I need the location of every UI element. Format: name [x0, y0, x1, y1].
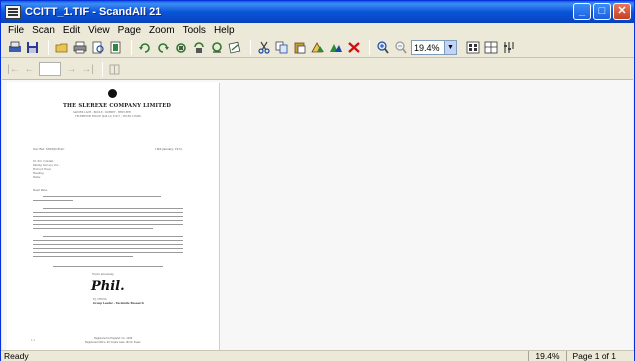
status-page: Page 1 of 1 — [565, 351, 634, 361]
menu-bar: File Scan Edit View Page Zoom Tools Help — [1, 23, 634, 38]
footer-office: Registered Office: 60 Vicara Lane, Ilfor… — [85, 341, 142, 344]
status-bar: Ready 19.4% Page 1 of 1 — [1, 350, 634, 361]
body-text-line — [33, 212, 183, 214]
next-page-button[interactable]: → — [65, 63, 78, 76]
rotate-left-icon[interactable] — [137, 40, 152, 55]
app-icon — [5, 5, 21, 19]
toolbar-separator — [48, 40, 49, 55]
close-button[interactable]: ✕ — [613, 3, 631, 20]
handwritten-signature: Phil. — [91, 279, 125, 294]
signer-title: Group Leader - Facsimile Research — [93, 302, 144, 305]
deskew-icon[interactable] — [227, 40, 242, 55]
toolbar-separator — [369, 40, 370, 55]
status-text: Ready — [4, 351, 29, 361]
body-text-line — [33, 220, 183, 222]
zoom-select-value: 19.4% — [414, 42, 440, 53]
open-icon[interactable] — [54, 40, 69, 55]
properties-icon[interactable] — [501, 40, 516, 55]
scan-icon[interactable] — [7, 40, 22, 55]
maximize-button[interactable]: □ — [593, 3, 611, 20]
toolbar-separator — [102, 61, 103, 77]
recipient-line: Reading, — [33, 172, 45, 175]
multi-page-icon[interactable] — [483, 40, 498, 55]
title-bar[interactable]: CCITT_1.TIF - ScandAll 21 _ □ ✕ — [1, 1, 634, 23]
letterhead-address: SAPORS LANE - BOOLE - DORSET - BH25 8ER — [73, 111, 131, 114]
copy-icon[interactable] — [274, 40, 289, 55]
salutation: Dear Pete, — [33, 188, 48, 192]
recipient-line: Berks. — [33, 176, 42, 179]
menu-view[interactable]: View — [84, 25, 114, 36]
flip-icon[interactable] — [209, 40, 224, 55]
menu-zoom[interactable]: Zoom — [145, 25, 179, 36]
minimize-button[interactable]: _ — [573, 3, 591, 20]
rotate-icon[interactable] — [173, 40, 188, 55]
save-icon[interactable] — [25, 40, 40, 55]
delete-icon[interactable] — [346, 40, 361, 55]
print-icon[interactable] — [72, 40, 87, 55]
menu-tools[interactable]: Tools — [179, 25, 210, 36]
body-text-line — [33, 256, 133, 258]
window-title: CCITT_1.TIF - ScandAll 21 — [25, 6, 162, 18]
letterhead-company: THE SLEREXE COMPANY LIMITED — [63, 103, 172, 109]
menu-file[interactable]: File — [4, 25, 28, 36]
recipient-line: Dr. P.N. Cundall, — [33, 160, 54, 163]
previous-page-button[interactable]: ← — [23, 63, 36, 76]
menu-edit[interactable]: Edit — [59, 25, 84, 36]
image-viewport[interactable]: THE SLEREXE COMPANY LIMITED SAPORS LANE … — [2, 79, 633, 350]
print-preview-icon[interactable] — [90, 40, 105, 55]
rotate-180-icon[interactable] — [191, 40, 206, 55]
body-text-line — [43, 236, 183, 238]
crop-icon[interactable] — [328, 40, 343, 55]
cut-icon[interactable] — [256, 40, 271, 55]
body-text-line — [53, 266, 163, 268]
toolbar-separator — [250, 40, 251, 55]
letter-signoff: Yours sincerely, — [92, 272, 115, 276]
chevron-down-icon[interactable]: ▼ — [444, 41, 456, 54]
body-text-line — [33, 240, 183, 242]
signer-name: P.J. CROSS — [93, 298, 107, 301]
first-page-button[interactable]: |← — [7, 63, 20, 76]
letter-reference: Our Ref. 350/PJC/EAC — [33, 147, 65, 151]
page-number-input[interactable] — [39, 62, 61, 76]
page-view-icon[interactable] — [108, 63, 121, 76]
body-text-line — [43, 196, 161, 198]
select-icon[interactable] — [310, 40, 325, 55]
letterhead-telephone: TELEPHONE BOOLE (945 13) 51617 - TELEX 1… — [75, 115, 141, 118]
footer-registration: Registered in England: No. 2038 — [94, 337, 133, 340]
zoom-out-icon[interactable] — [393, 40, 408, 55]
main-toolbar: 19.4% ▼ — [1, 38, 634, 58]
zoom-in-icon[interactable] — [375, 40, 390, 55]
body-text-line — [33, 244, 183, 246]
body-text-line — [33, 224, 183, 226]
recipient-line: Holroyd Road, — [33, 168, 52, 171]
body-text-line — [33, 252, 183, 254]
letter-date: 18th January, 1972. — [155, 147, 183, 151]
menu-scan[interactable]: Scan — [28, 25, 59, 36]
menu-page[interactable]: Page — [114, 25, 145, 36]
company-logo — [108, 89, 117, 98]
body-text-line — [33, 216, 183, 218]
menu-help[interactable]: Help — [210, 25, 239, 36]
single-page-icon[interactable] — [465, 40, 480, 55]
page-icon[interactable] — [108, 40, 123, 55]
last-page-button[interactable]: →| — [81, 63, 94, 76]
body-text-line — [43, 208, 183, 210]
toolbar-separator — [131, 40, 132, 55]
body-text-line — [33, 200, 73, 202]
page-navigation-bar: |← ← → →| — [1, 59, 634, 79]
app-window: CCITT_1.TIF - ScandAll 21 _ □ ✕ File Sca… — [0, 0, 635, 361]
body-text-line — [33, 228, 153, 230]
document-page[interactable]: THE SLEREXE COMPANY LIMITED SAPORS LANE … — [7, 82, 219, 350]
recipient-line: Mining Surveys Ltd., — [33, 164, 60, 167]
zoom-select[interactable]: 19.4% ▼ — [411, 40, 457, 55]
rotate-right-icon[interactable] — [155, 40, 170, 55]
page-mark: 1-1 — [31, 339, 36, 342]
body-text-line — [33, 248, 183, 250]
status-zoom: 19.4% — [528, 351, 565, 361]
paste-icon[interactable] — [292, 40, 307, 55]
